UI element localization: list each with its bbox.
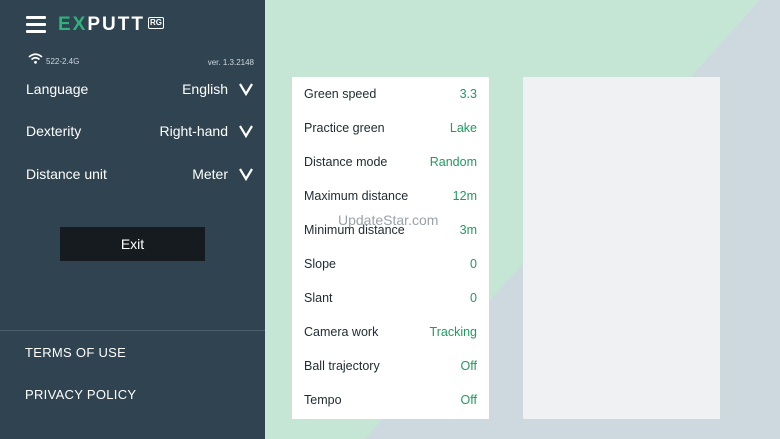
- chevron-down-icon[interactable]: [238, 124, 254, 138]
- info-value: 3m: [459, 223, 477, 237]
- setting-distance-unit[interactable]: Distance unit Meter: [26, 164, 254, 184]
- exit-button[interactable]: Exit: [60, 227, 205, 261]
- hamburger-menu-icon[interactable]: [26, 16, 46, 34]
- info-label: Maximum distance: [304, 189, 409, 203]
- info-row-camera-work: Camera work Tracking: [304, 325, 477, 339]
- setting-value: Meter: [192, 166, 228, 182]
- divider: [0, 330, 265, 331]
- info-row-slant: Slant 0: [304, 291, 477, 305]
- info-value: 0: [470, 291, 477, 305]
- watermark: UpdateStar.com: [338, 212, 439, 228]
- setting-dexterity[interactable]: Dexterity Right-hand: [26, 121, 254, 141]
- info-value: Random: [429, 155, 477, 169]
- setting-value: English: [182, 81, 228, 97]
- info-label: Ball trajectory: [304, 359, 380, 373]
- setting-label: Distance unit: [26, 166, 107, 182]
- chevron-down-icon[interactable]: [238, 82, 254, 96]
- game-settings-panel: Green speed 3.3 Practice green Lake Dist…: [292, 77, 489, 419]
- info-row-slope: Slope 0: [304, 257, 477, 271]
- info-label: Tempo: [304, 393, 342, 407]
- sidebar: EX PUTT RG 522-2.4G ver. 1.3.2148 Langua…: [0, 0, 265, 439]
- info-value: 3.3: [459, 87, 477, 101]
- chevron-down-icon[interactable]: [238, 167, 254, 181]
- info-label: Slope: [304, 257, 336, 271]
- setting-value: Right-hand: [159, 123, 229, 139]
- wifi-network-name: 522-2.4G: [46, 57, 80, 66]
- app-logo: EX PUTT RG: [58, 14, 164, 36]
- terms-of-use-link[interactable]: TERMS OF USE: [25, 345, 126, 360]
- app-version: ver. 1.3.2148: [207, 58, 254, 67]
- info-value: Lake: [449, 121, 477, 135]
- info-label: Distance mode: [304, 155, 388, 169]
- info-value: Off: [460, 393, 477, 407]
- logo-ex: EX: [58, 14, 88, 35]
- info-value: 12m: [452, 189, 477, 203]
- setting-label: Language: [26, 81, 89, 97]
- info-row-practice-green: Practice green Lake: [304, 121, 477, 135]
- info-row-distance-mode: Distance mode Random: [304, 155, 477, 169]
- info-row-maximum-distance: Maximum distance 12m: [304, 189, 477, 203]
- info-value: 0: [470, 257, 477, 271]
- setting-language[interactable]: Language English: [26, 79, 254, 99]
- info-row-tempo: Tempo Off: [304, 393, 477, 407]
- info-value: Off: [460, 359, 477, 373]
- info-label: Green speed: [304, 87, 377, 101]
- info-row-green-speed: Green speed 3.3: [304, 87, 477, 101]
- wifi-icon: [28, 53, 43, 64]
- logo-putt: PUTT: [87, 14, 145, 35]
- privacy-policy-link[interactable]: PRIVACY POLICY: [25, 387, 136, 402]
- preview-panel: [523, 77, 720, 419]
- info-row-ball-trajectory: Ball trajectory Off: [304, 359, 477, 373]
- info-label: Slant: [304, 291, 333, 305]
- logo-badge: RG: [147, 17, 164, 29]
- info-label: Camera work: [304, 325, 379, 339]
- info-label: Practice green: [304, 121, 385, 135]
- setting-label: Dexterity: [26, 123, 82, 139]
- info-value: Tracking: [429, 325, 477, 339]
